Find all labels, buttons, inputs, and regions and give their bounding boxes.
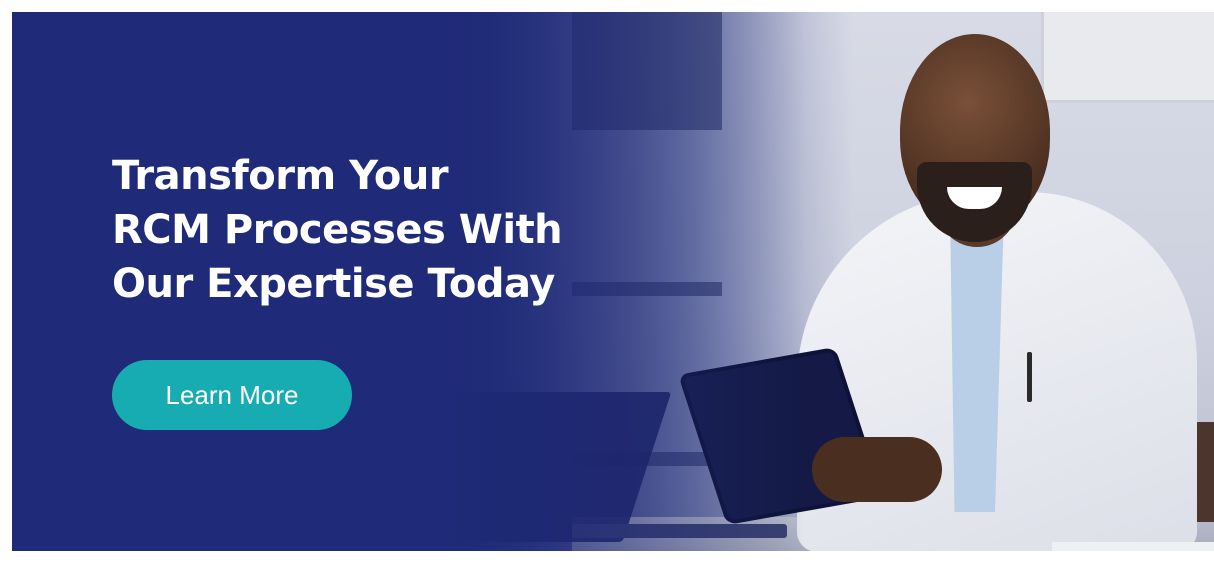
promo-banner: Transform Your RCM Processes With Our Ex…	[12, 12, 1214, 551]
headline: Transform Your RCM Processes With Our Ex…	[112, 149, 632, 311]
learn-more-button[interactable]: Learn More	[112, 360, 352, 430]
laptop-screen	[382, 392, 672, 542]
wall-picture-frame	[1041, 12, 1214, 103]
headline-line-3: Our Expertise Today	[112, 261, 555, 307]
headline-line-2: RCM Processes With	[112, 207, 563, 253]
paper-sheet	[1052, 542, 1214, 551]
shelf	[572, 12, 722, 130]
headline-block: Transform Your RCM Processes With Our Ex…	[112, 149, 632, 311]
doctor-hand	[812, 437, 942, 502]
laptop-base	[572, 524, 787, 538]
headline-line-1: Transform Your	[112, 153, 449, 199]
pen	[1027, 352, 1032, 402]
